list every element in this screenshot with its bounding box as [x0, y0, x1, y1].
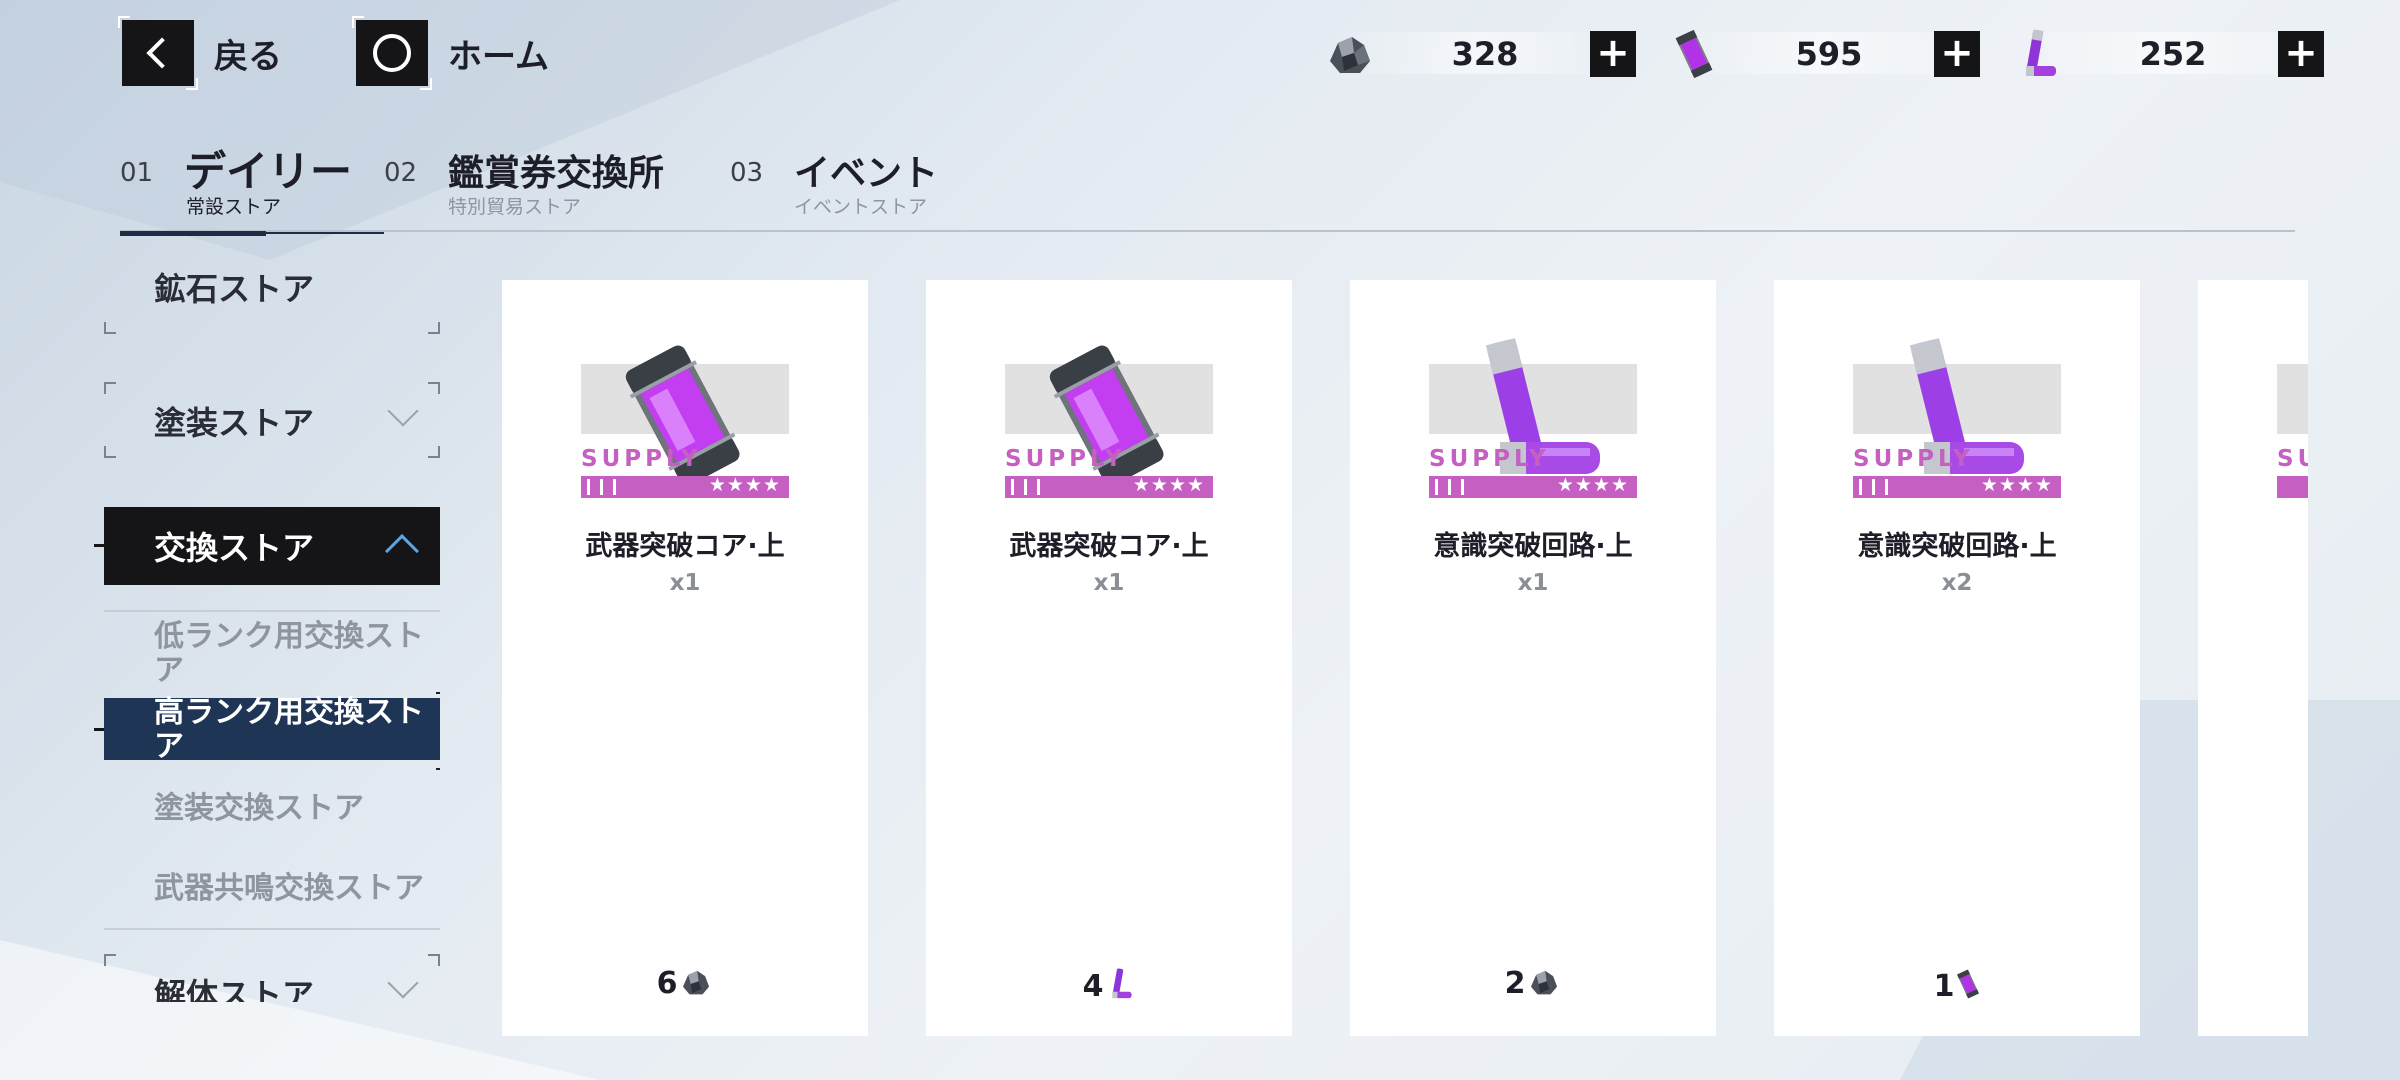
- tab-sublabel: 常設ストア: [186, 196, 282, 218]
- item-name: 意識突破回路·上: [1433, 531, 1633, 562]
- rarity-stars: ★★★★: [708, 474, 781, 496]
- side-item-dismantle-store[interactable]: 解体ストア: [104, 954, 440, 1002]
- tab-number: 03: [730, 158, 764, 188]
- weapon-core-icon: [1664, 24, 1724, 84]
- price-value: 1: [1933, 968, 1955, 1004]
- side-item-label: 交換ストア: [154, 529, 315, 567]
- tab-label: デイリー: [184, 147, 353, 196]
- resource-ore: 328 +: [1320, 24, 1636, 84]
- supply-label: SUPPLY: [1005, 446, 1126, 472]
- resource-weapon-core: 595 +: [1664, 24, 1980, 84]
- shop-item-card[interactable]: SU: [2198, 280, 2308, 1036]
- sub-item-low-rank-exchange[interactable]: 低ランク用交換ストア: [104, 614, 440, 688]
- sub-item-weapon-resonance-exchange[interactable]: 武器共鳴交換ストア: [104, 866, 440, 916]
- rarity-bar: ★★★★: [581, 474, 789, 498]
- divider: [104, 928, 440, 930]
- rarity-bar: ★★★★: [1005, 474, 1213, 498]
- side-item-label: 解体ストア: [154, 976, 315, 1002]
- item-name: 意識突破回路·上: [1857, 531, 2057, 562]
- item-price: 1: [1774, 966, 2140, 1006]
- rarity-bar: [2277, 476, 2308, 498]
- add-ore-button[interactable]: +: [1590, 31, 1636, 77]
- tab-voucher-exchange[interactable]: 02 鑑賞券交換所 特別貿易ストア: [384, 140, 714, 232]
- price-value: 6: [656, 966, 678, 1001]
- sub-item-paint-exchange[interactable]: 塗装交換ストア: [104, 786, 440, 836]
- rarity-bar: ★★★★: [1853, 474, 2061, 498]
- tab-sublabel: 特別貿易ストア: [448, 196, 582, 218]
- add-weapon-core-button[interactable]: +: [1934, 31, 1980, 77]
- circuit-count: 252: [2139, 35, 2207, 73]
- sub-item-label: 塗装交換ストア: [154, 791, 364, 826]
- ore-icon: [1527, 967, 1561, 1001]
- rarity-stars: ★★★★: [1980, 474, 2053, 496]
- home-label: ホーム: [448, 36, 549, 77]
- rarity-stars: ★★★★: [1556, 474, 1629, 496]
- item-quantity: x1: [1093, 570, 1125, 596]
- chevron-down-icon: [387, 967, 419, 999]
- price-value: 4: [1082, 968, 1104, 1004]
- supply-label: SU: [2277, 446, 2308, 472]
- resource-circuit: 252 +: [2008, 24, 2324, 84]
- ore-icon: [1320, 24, 1380, 84]
- tab-active-underline: [120, 231, 266, 236]
- sub-item-label: 武器共鳴交換ストア: [154, 871, 424, 906]
- ore-icon: [679, 967, 713, 1001]
- selection-corner: [436, 692, 440, 706]
- tab-daily[interactable]: 01 デイリー 常設ストア: [120, 140, 384, 236]
- tab-number: 01: [120, 158, 154, 188]
- tab-event[interactable]: 03 イベント イベントストア: [730, 140, 990, 232]
- item-price: 2: [1350, 966, 1716, 1001]
- sub-item-label: 高ランク用交換ストア: [154, 695, 424, 764]
- item-name: 武器突破コア·上: [585, 531, 785, 562]
- item-plate: [2277, 364, 2308, 434]
- shop-item-card[interactable]: SUPPLY ★★★★ 意識突破回路·上 x2 1: [1774, 280, 2140, 1036]
- sub-item-high-rank-exchange[interactable]: 高ランク用交換ストア: [104, 692, 440, 770]
- item-price: 6: [502, 966, 868, 1001]
- item-quantity: x1: [1517, 570, 1549, 596]
- circuit-icon: [2008, 24, 2068, 84]
- shop-item-card[interactable]: SUPPLY ★★★★ 意識突破回路·上 x1 2: [1350, 280, 1716, 1036]
- supply-label: SUPPLY: [1853, 446, 1974, 472]
- shop-item-card[interactable]: SUPPLY ★★★★ 武器突破コア·上 x1 6: [502, 280, 868, 1036]
- rarity-stars: ★★★★: [1132, 474, 1205, 496]
- supply-label: SUPPLY: [1429, 446, 1550, 472]
- side-item-paint-store[interactable]: 塗装ストア: [104, 382, 440, 458]
- rarity-bar: ★★★★: [1429, 474, 1637, 498]
- back-button[interactable]: 戻る: [118, 16, 282, 90]
- tab-underline-thin: [266, 232, 384, 234]
- side-item-label: 鉱石ストア: [154, 270, 315, 308]
- tab-sublabel: イベントストア: [794, 196, 928, 218]
- chevron-up-icon: [385, 534, 419, 568]
- weapon-core-count: 595: [1795, 35, 1863, 73]
- divider: [104, 610, 440, 612]
- item-quantity: x2: [1941, 570, 1973, 596]
- home-button[interactable]: ホーム: [352, 16, 549, 90]
- back-label: 戻る: [214, 36, 282, 77]
- selection-corner: [436, 756, 440, 770]
- back-icon: [118, 16, 198, 90]
- item-name: 武器突破コア·上: [1009, 531, 1209, 562]
- side-item-label: 塗装ストア: [154, 404, 315, 442]
- item-quantity: x1: [669, 570, 701, 596]
- weapon-core-icon: [1956, 966, 1980, 1006]
- side-item-exchange-store[interactable]: 交換ストア: [104, 507, 440, 585]
- circuit-icon: [1105, 966, 1135, 1006]
- side-item-ore-store[interactable]: 鉱石ストア: [104, 262, 440, 334]
- home-icon: [352, 16, 432, 90]
- tab-label: イベント: [794, 153, 939, 194]
- item-price: 4: [926, 966, 1292, 1006]
- price-value: 2: [1504, 966, 1526, 1001]
- chevron-down-icon: [387, 395, 419, 427]
- shop-item-list: SUPPLY ★★★★ 武器突破コア·上 x1 6 SUPPLY ★★★★ 武器…: [500, 280, 2308, 1036]
- sub-item-label: 低ランク用交換ストア: [154, 619, 424, 688]
- add-circuit-button[interactable]: +: [2278, 31, 2324, 77]
- shop-item-card[interactable]: SUPPLY ★★★★ 武器突破コア·上 x1 4: [926, 280, 1292, 1036]
- supply-label: SUPPLY: [581, 446, 702, 472]
- side-menu: 鉱石ストア 塗装ストア 交換ストア 低ランク用交換ストア 高ランク用交換ストア …: [104, 262, 440, 1002]
- store-tabs: 01 デイリー 常設ストア 02 鑑賞券交換所 特別貿易ストア 03 イベント …: [120, 140, 2295, 236]
- tab-label: 鑑賞券交換所: [448, 153, 665, 194]
- tab-number: 02: [384, 158, 418, 188]
- ore-count: 328: [1451, 35, 1519, 73]
